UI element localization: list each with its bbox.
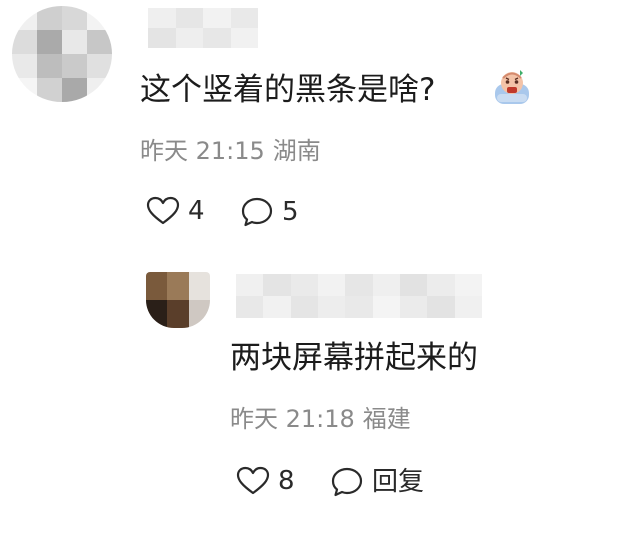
reply-avatar-mosaic xyxy=(146,272,210,328)
reply-text: 两块屏幕拼起来的 xyxy=(230,340,478,376)
reply-like-button[interactable]: 8 xyxy=(236,466,295,496)
speech-bubble-icon xyxy=(241,197,273,227)
comment-count: 5 xyxy=(282,197,299,227)
reply-username-blurred[interactable] xyxy=(236,274,482,318)
reply-label: 回复 xyxy=(372,467,425,497)
heart-icon xyxy=(146,196,180,225)
reply-avatar[interactable] xyxy=(146,272,210,328)
comment-button[interactable]: 5 xyxy=(240,196,299,228)
like-button[interactable]: 4 xyxy=(146,196,205,226)
comment-text: 这个竖着的黑条是啥? xyxy=(140,72,436,108)
avatar[interactable] xyxy=(12,6,112,102)
reply-meta: 昨天 21:18 福建 xyxy=(230,404,411,434)
comment-location: 湖南 xyxy=(272,137,321,165)
like-count: 4 xyxy=(188,196,205,226)
heart-icon xyxy=(236,466,270,495)
comment-meta: 昨天 21:15 湖南 xyxy=(140,136,321,166)
speech-bubble-icon xyxy=(331,467,363,497)
username-blurred[interactable] xyxy=(148,8,258,48)
avatar-mosaic xyxy=(12,6,112,102)
reply-time: 昨天 21:18 xyxy=(230,405,355,433)
reply-location: 福建 xyxy=(362,405,411,433)
reply-button[interactable]: 回复 xyxy=(330,466,424,498)
shocked-face-emoji-icon xyxy=(495,70,529,104)
comment-time: 昨天 21:15 xyxy=(140,137,265,165)
reply-like-count: 8 xyxy=(278,466,295,496)
